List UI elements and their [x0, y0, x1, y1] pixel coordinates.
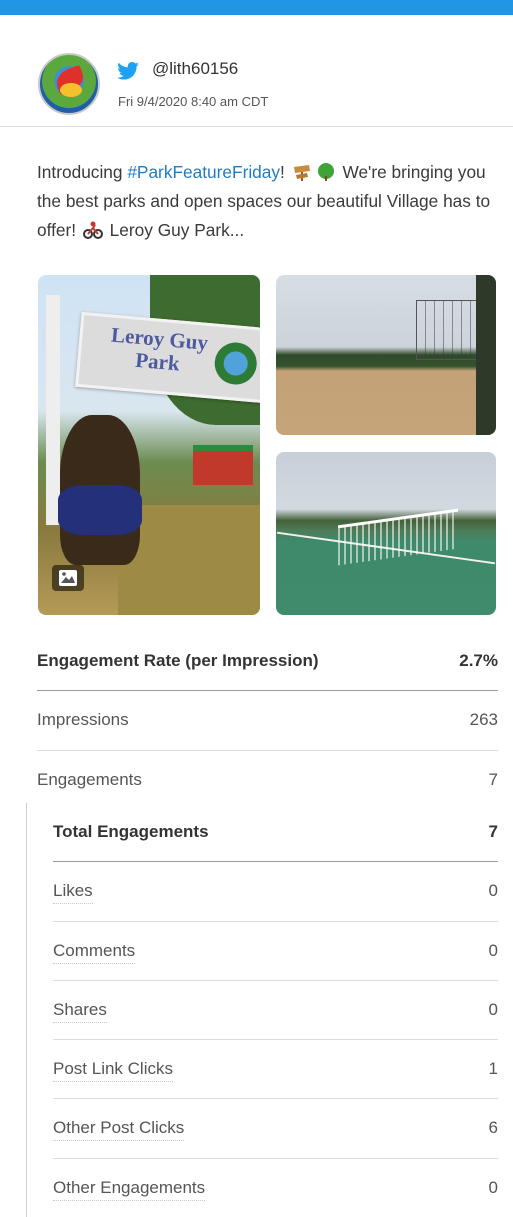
breakdown-value: 6	[488, 1118, 498, 1138]
metric-label: Impressions	[37, 710, 129, 729]
metrics-table: Engagement Rate (per Impression) 2.7% Im…	[37, 632, 498, 811]
metric-label: Engagement Rate (per Impression)	[37, 651, 319, 670]
metric-value: 2.7%	[459, 651, 498, 670]
breakdown-row-likes: Likes 0	[53, 862, 498, 922]
post-text-part: !	[280, 162, 290, 182]
photo-dog-bandana	[58, 485, 142, 535]
breakdown-row-comments: Comments 0	[53, 922, 498, 981]
breakdown-row-other-post-clicks: Other Post Clicks 6	[53, 1099, 498, 1159]
breakdown-row-post-link-clicks: Post Link Clicks 1	[53, 1040, 498, 1100]
breakdown-value: 0	[488, 1177, 498, 1197]
metric-label: Engagements	[37, 770, 142, 789]
post-photo-tennis-court[interactable]	[276, 452, 496, 615]
metric-value: 263	[469, 710, 498, 729]
photo-playground	[193, 445, 253, 485]
top-accent-bar	[0, 0, 513, 15]
photo-park-sign-text: Leroy Guy Park	[110, 322, 209, 376]
breakdown-label[interactable]: Post Link Clicks	[53, 1059, 173, 1083]
post-text: Introducing #ParkFeatureFriday! We're br…	[37, 158, 497, 245]
breakdown-label[interactable]: Other Post Clicks	[53, 1118, 185, 1142]
photo-sign-post	[46, 295, 60, 525]
sign-emoji-icon	[293, 165, 310, 181]
breakdown-value: 0	[488, 940, 498, 960]
photo-park-sign: Leroy Guy Park	[75, 311, 260, 404]
breakdown-value: 1	[488, 1059, 498, 1079]
post-photo-leroy-guy-park[interactable]: Leroy Guy Park	[38, 275, 260, 615]
bicycle-emoji-icon	[82, 221, 103, 239]
metric-value: 7	[488, 770, 498, 789]
metric-row-impressions: Impressions 263	[37, 691, 498, 751]
breakdown-row-other-engagements: Other Engagements 0	[53, 1159, 498, 1217]
breakdown-row-shares: Shares 0	[53, 981, 498, 1041]
post-text-ellipsis: Leroy Guy Park...	[104, 220, 245, 240]
post-header: @lith60156 Fri 9/4/2020 8:40 am CDT	[0, 15, 513, 127]
hashtag-link[interactable]: #ParkFeatureFriday	[127, 162, 280, 182]
breakdown-label[interactable]: Comments	[53, 941, 136, 964]
image-icon	[59, 570, 77, 586]
breakdown-value: 0	[488, 881, 498, 901]
post-photo-ballfield[interactable]	[276, 275, 496, 435]
tree-emoji-icon	[317, 163, 334, 181]
breakdown-value: 0	[488, 999, 498, 1019]
post-timestamp: Fri 9/4/2020 8:40 am CDT	[118, 94, 269, 109]
post-text-intro: Introducing	[37, 162, 128, 182]
breakdown-value: 7	[488, 822, 498, 841]
image-type-badge	[52, 565, 84, 591]
metric-row-engagement-rate: Engagement Rate (per Impression) 2.7%	[37, 632, 498, 691]
engagement-breakdown: Total Engagements 7 Likes 0 Comments 0 S…	[26, 803, 498, 1217]
breakdown-row-total: Total Engagements 7	[53, 803, 498, 863]
photo-fence	[476, 275, 496, 435]
breakdown-label: Total Engagements	[53, 822, 209, 841]
account-avatar[interactable]	[38, 53, 100, 115]
avatar-logo-sun	[60, 83, 82, 97]
photo-tennis-net	[338, 508, 458, 566]
metric-row-engagements[interactable]: Engagements 7	[37, 751, 498, 811]
account-handle[interactable]: @lith60156	[152, 59, 238, 79]
breakdown-label[interactable]: Shares	[53, 1000, 107, 1023]
breakdown-label[interactable]: Other Engagements	[53, 1178, 206, 1201]
twitter-icon	[117, 62, 139, 80]
breakdown-label[interactable]: Likes	[53, 881, 93, 905]
